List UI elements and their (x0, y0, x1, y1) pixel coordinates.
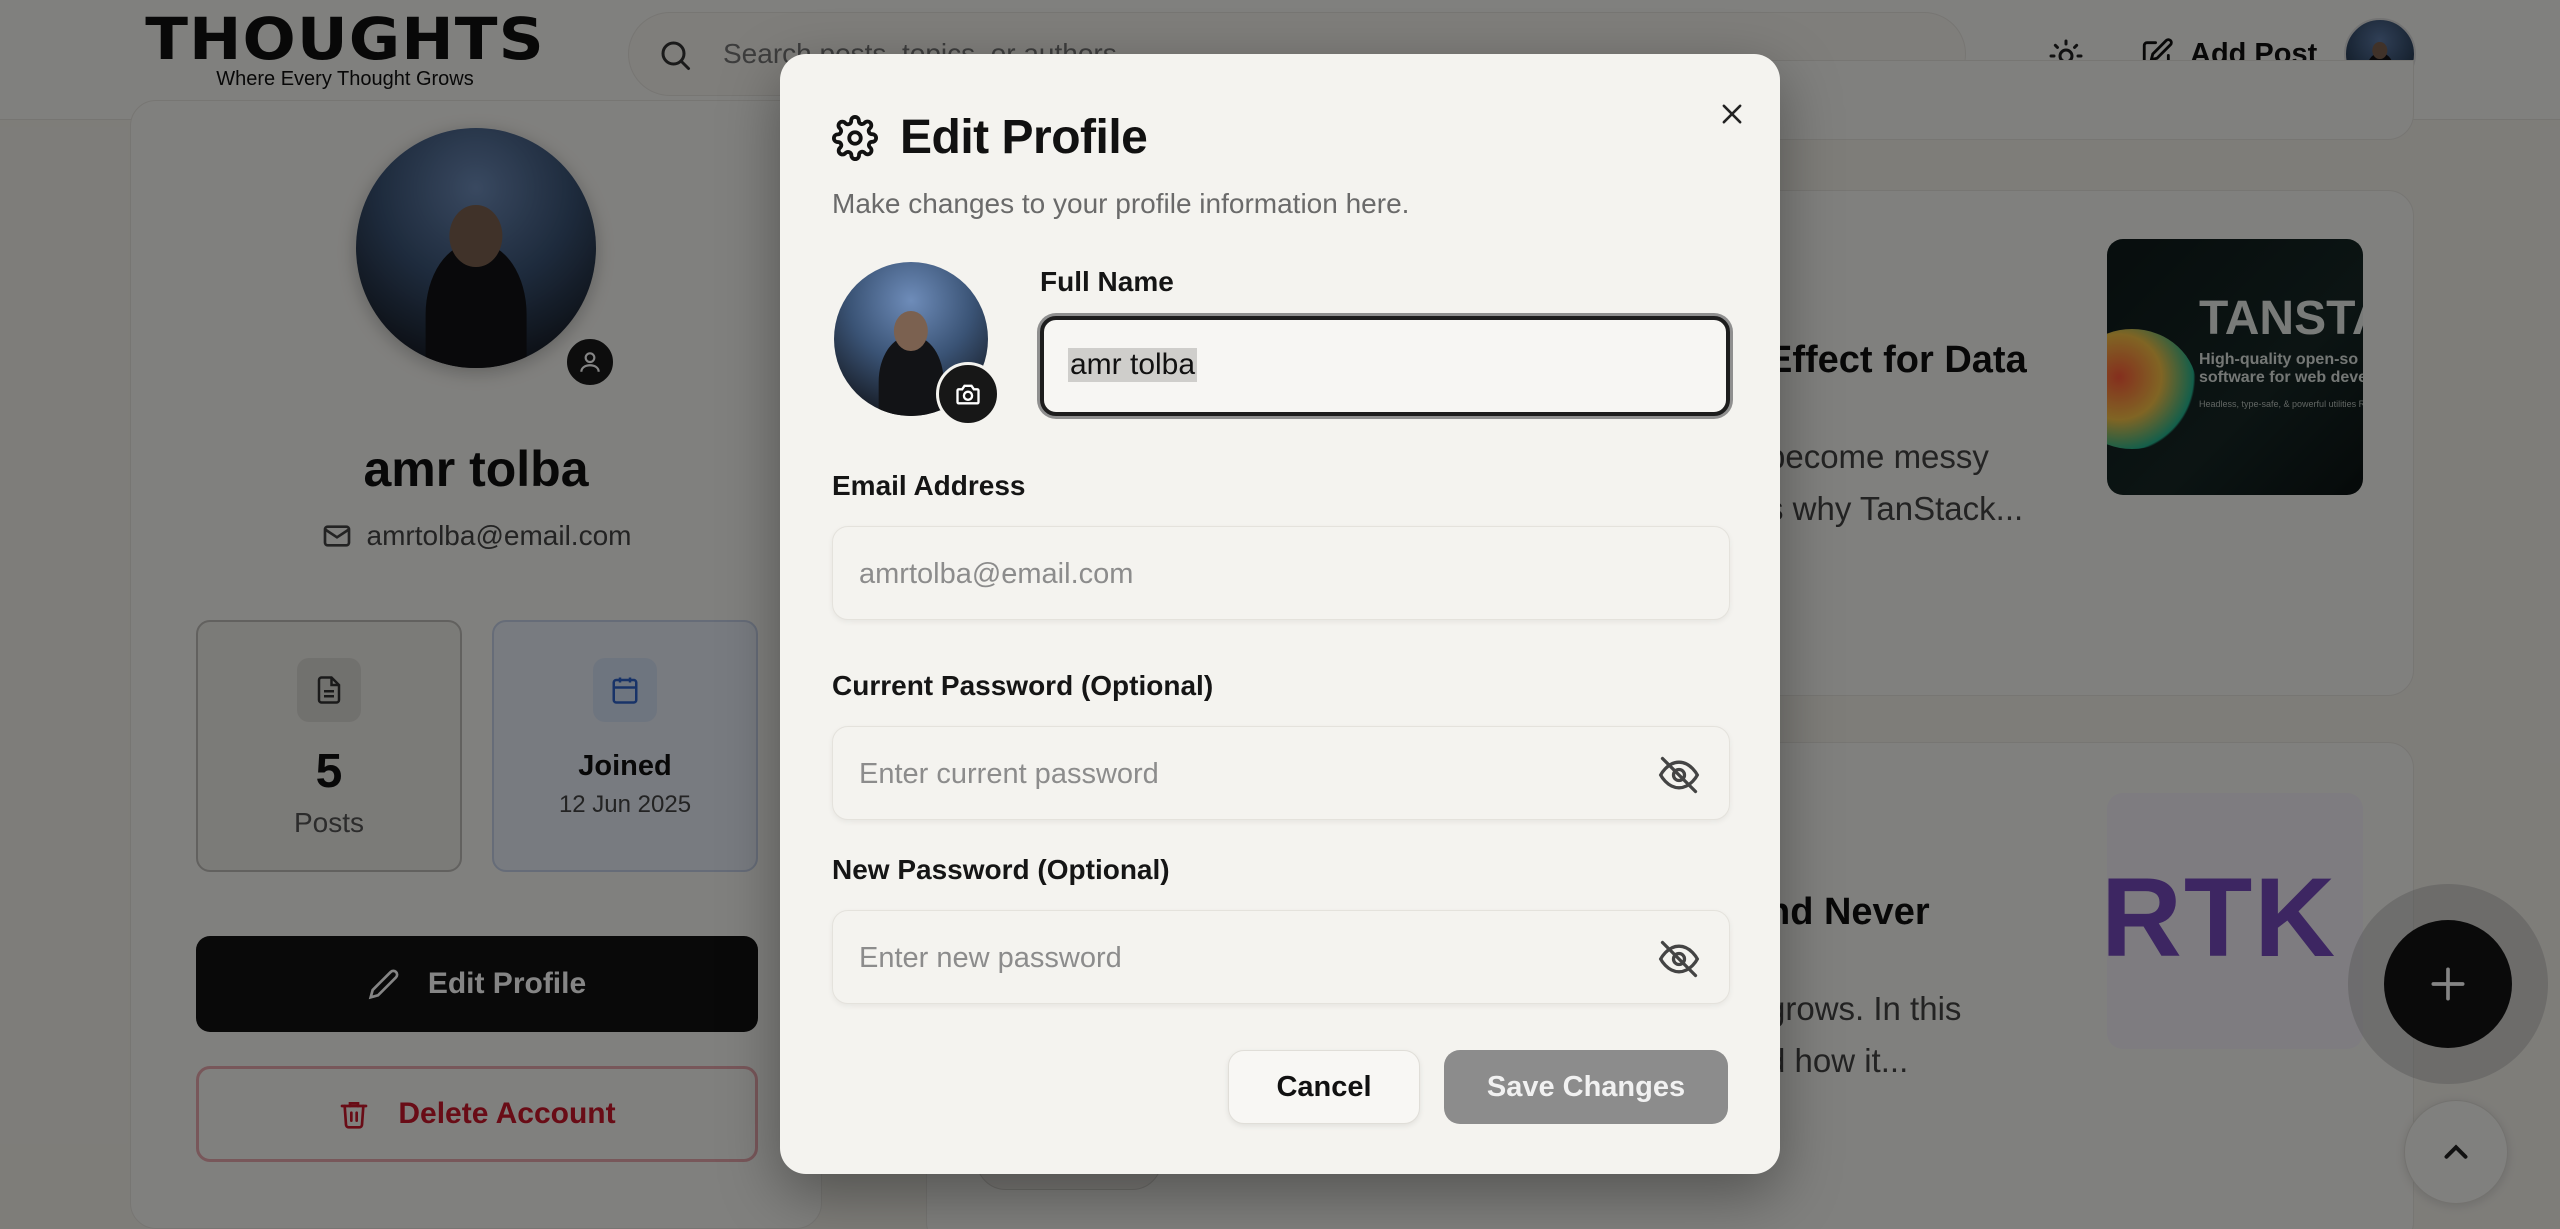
current-password-input[interactable] (859, 751, 1619, 797)
email-input[interactable] (859, 551, 1619, 597)
email-label: Email Address (832, 470, 1026, 501)
new-password-label: New Password (Optional) (832, 854, 1170, 885)
new-password-field[interactable] (832, 910, 1730, 1004)
change-photo-button[interactable] (936, 362, 1000, 426)
camera-icon (956, 384, 980, 405)
eye-off-icon (1658, 756, 1700, 794)
edit-profile-dialog: Edit Profile Make changes to your profil… (780, 54, 1780, 1174)
email-field[interactable] (832, 526, 1730, 620)
dialog-description: Make changes to your profile information… (832, 188, 1410, 219)
eye-off-icon (1658, 940, 1700, 978)
close-button[interactable] (1708, 90, 1756, 138)
cancel-button[interactable]: Cancel (1228, 1050, 1420, 1124)
toggle-visibility-button[interactable] (1657, 753, 1701, 797)
full-name-field[interactable]: amr tolba (1040, 316, 1730, 416)
gear-icon (832, 114, 878, 161)
full-name-value: amr tolba (1068, 348, 1198, 382)
close-icon (1722, 104, 1742, 124)
save-changes-button[interactable]: Save Changes (1444, 1050, 1728, 1124)
dialog-title: Edit Profile (900, 111, 1148, 164)
dialog-header: Edit Profile (832, 110, 1148, 165)
current-password-field[interactable] (832, 726, 1730, 820)
full-name-label: Full Name (1040, 266, 1174, 297)
new-password-input[interactable] (859, 935, 1619, 981)
toggle-visibility-button[interactable] (1657, 937, 1701, 981)
current-password-label: Current Password (Optional) (832, 670, 1214, 701)
